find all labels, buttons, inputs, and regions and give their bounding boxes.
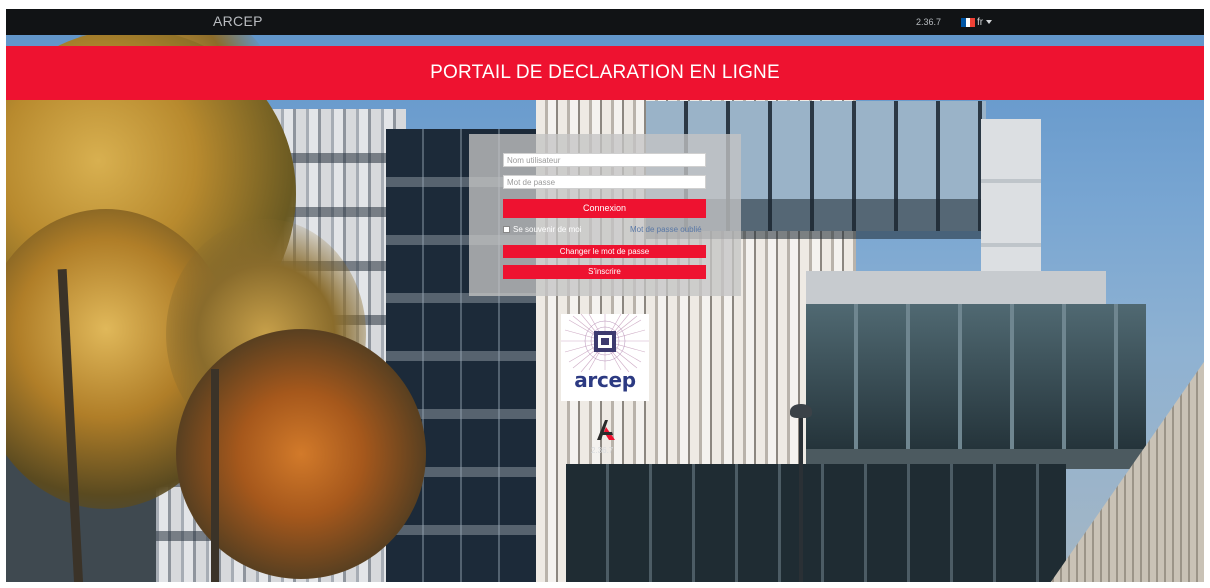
login-button[interactable]: Connexion [503, 199, 706, 218]
language-label: fr [977, 16, 984, 28]
portal-banner: PORTAIL DE DECLARATION EN LIGNE [6, 46, 1204, 100]
signup-button[interactable]: S'inscrire [503, 265, 706, 279]
french-flag-icon [961, 17, 976, 27]
forgot-password-link[interactable]: Mot de passe oublié [630, 225, 702, 234]
app-frame: ARCEP 2.36.7 fr PORTAIL DE DECLARATION E… [6, 9, 1204, 582]
brand-name[interactable]: ARCEP [213, 13, 263, 29]
remember-me[interactable]: Se souvenir de moi [503, 225, 581, 234]
footer-version: 2.36.7 [591, 446, 614, 455]
chevron-down-icon [986, 20, 993, 24]
username-input[interactable] [503, 153, 706, 167]
login-form: Connexion Se souvenir de moi Mot de pass… [469, 134, 741, 296]
version-label: 2.36.7 [916, 17, 942, 27]
top-navbar: ARCEP 2.36.7 fr [6, 9, 1204, 35]
logo-text: arcep [574, 368, 636, 392]
remember-checkbox[interactable] [503, 226, 510, 233]
app-mark-icon [597, 420, 615, 440]
arcep-logo: arcep [561, 314, 649, 401]
remember-label: Se souvenir de moi [513, 225, 582, 234]
language-selector[interactable]: fr [961, 15, 993, 29]
password-input[interactable] [503, 175, 706, 189]
change-password-button[interactable]: Changer le mot de passe [503, 245, 706, 258]
page-title: PORTAIL DE DECLARATION EN LIGNE [430, 62, 780, 83]
